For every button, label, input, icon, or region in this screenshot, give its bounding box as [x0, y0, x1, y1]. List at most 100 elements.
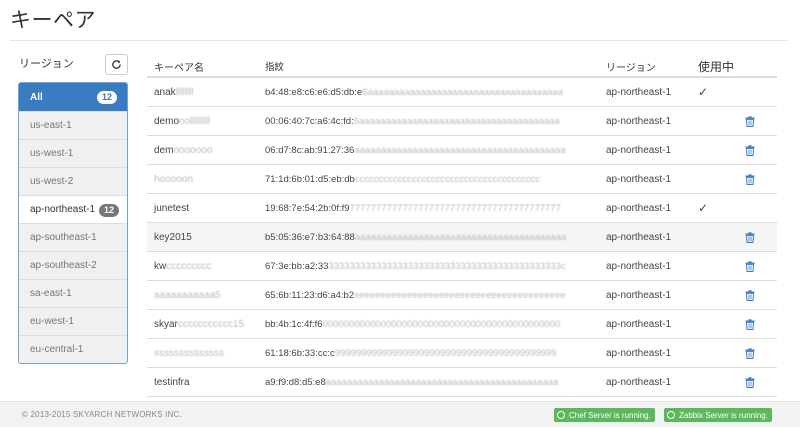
region-cell: ap-northeast-1 — [606, 289, 672, 301]
in-use-checkmark: ✓ — [698, 201, 709, 215]
fingerprint-text: 71:1d:6b:01:d5:eb:db — [265, 173, 355, 185]
region-item-all[interactable]: All 12 — [19, 83, 127, 111]
fingerprint-redacted: 3333333333333333333333333333333333333333… — [328, 260, 566, 272]
fingerprint-redacted: 5aaaaaaaaaaaaaaaaaaaaaaaaaaaaaaaaaaaaa — [362, 86, 563, 98]
table-body: anakllllllll b4:48:e8:c6:e6:d5:db:e5aaaaa… — [147, 78, 777, 397]
power-icon — [667, 411, 675, 419]
table-row[interactable]: junetest 19:68:7e:54:2b:0f:f9777777777777… — [147, 194, 777, 223]
keypair-name: hooooon — [147, 174, 258, 185]
copyright-text: © 2013-2015 SKYARCH NETWORKS INC. — [22, 410, 182, 419]
region-cell: ap-northeast-1 — [606, 231, 672, 243]
region-item-us-east-1[interactable]: us-east-1 — [19, 111, 127, 139]
fingerprint-redacted: 9999999999999999999999999999999999999999… — [334, 347, 557, 359]
fingerprint-redacted: 6aaaaaaaaaaaaaaaaaaaaaaaaaaaaaaaaaaaaaa — [353, 115, 560, 127]
fingerprint-text: 65:6b:11:23:d6:a4:b2 — [265, 289, 355, 301]
chef-status-badge: Chef Server is running. — [554, 408, 655, 422]
fingerprint-redacted: aaaaaaaaaaaaaaaaaaaaaaaaaaaaaaaaaaaaaaaa — [354, 231, 567, 243]
keypair-name-text: skyar — [154, 318, 178, 330]
trash-icon[interactable] — [745, 347, 755, 359]
trash-icon[interactable] — [745, 260, 755, 272]
trash-icon[interactable] — [745, 376, 755, 388]
column-header-fingerprint: 指紋 — [265, 62, 285, 73]
keypair-name-text: demo — [154, 115, 180, 127]
region-item-eu-central-1[interactable]: eu-central-1 — [19, 335, 127, 363]
fingerprint: 65:6b:11:23:d6:a4:b2eeeeeeeeeeeeeeeeeeee… — [258, 290, 599, 301]
table-row[interactable]: aaaaaaaaaaa5 65:6b:11:23:d6:a4:b2eeeeeeee… — [147, 281, 777, 310]
keypair-name-redacted: ccccccccccc15 — [177, 318, 245, 330]
table-row[interactable]: skyarccccccccccc15 bb:4b:1c:4f:f600000000… — [147, 310, 777, 339]
fingerprint: 71:1d:6b:01:d5:eb:dbcccccccccccccccccccc… — [258, 174, 599, 185]
refresh-button[interactable] — [105, 54, 128, 75]
region-cell: ap-northeast-1 — [606, 144, 672, 156]
fingerprint-text: bb:4b:1c:4f:f6 — [265, 318, 323, 330]
keypair-name-redacted: hooooon — [154, 173, 193, 185]
region-item-label: sa-east-1 — [30, 288, 72, 299]
region-list: All 12 us-east-1 us-west-1 us-west-2 ap-… — [18, 82, 128, 364]
fingerprint: b4:48:e8:c6:e6:d5:db:e5aaaaaaaaaaaaaaaaa… — [258, 87, 599, 98]
keypair-name: demooooooo — [147, 145, 258, 156]
count-badge: 12 — [98, 204, 119, 217]
keypair-name-text: testinfra — [154, 376, 190, 388]
zabbix-status-text: Zabbix Server is running. — [679, 410, 768, 420]
keypair-name: junetest — [147, 203, 258, 214]
trash-icon[interactable] — [745, 144, 755, 156]
table-row[interactable]: demooooooo 06:d7:8c:ab:91:27:36aaaaaaaaaa… — [147, 136, 777, 165]
in-use-checkmark: ✓ — [698, 85, 709, 99]
fingerprint-redacted: aaaaaaaaaaaaaaaaaaaaaaaaaaaaaaaaaaaaaaaa… — [325, 376, 559, 388]
table-row[interactable]: key2015 b5:05:36:e7:b3:64:88aaaaaaaaaaaaa… — [147, 223, 777, 252]
table-row[interactable]: hooooon 71:1d:6b:01:d5:eb:dbccccccccccccc… — [147, 165, 777, 194]
fingerprint-text: 67:3e:bb:a2:33 — [265, 260, 329, 272]
region-item-ap-northeast-1[interactable]: ap-northeast-1 12 — [19, 195, 127, 223]
table-row[interactable]: testinfra a9:f9:d8:d5:e8aaaaaaaaaaaaaaaaa… — [147, 368, 777, 397]
keypair-name-redacted: ssssssssssssss — [154, 347, 224, 359]
trash-icon[interactable] — [745, 289, 755, 301]
region-item-ap-southeast-1[interactable]: ap-southeast-1 — [19, 223, 127, 251]
keypair-name: testinfra — [147, 377, 258, 388]
keypair-name-text: dem — [154, 144, 174, 156]
trash-icon[interactable] — [745, 115, 755, 127]
keypair-name-text: key2015 — [154, 231, 192, 243]
fingerprint-redacted: ccccccccccccccccccccccccccccccccccccccc — [354, 173, 541, 185]
region-cell: ap-northeast-1 — [606, 86, 672, 98]
region-item-label: us-west-1 — [30, 148, 74, 159]
keypair-name-text: kw — [154, 260, 167, 272]
region-cell: ap-northeast-1 — [606, 318, 672, 330]
fingerprint: 19:68:7e:54:2b:0f:f977777777777777777777… — [258, 203, 599, 214]
table-row[interactable]: demooolllllllll 00:06:40:7c:a6:4c:fd:6aaa… — [147, 107, 777, 136]
trash-icon[interactable] — [745, 231, 755, 243]
fingerprint: 00:06:40:7c:a6:4c:fd:6aaaaaaaaaaaaaaaaaa… — [258, 116, 599, 127]
fingerprint-text: b5:05:36:e7:b3:64:88 — [265, 231, 355, 243]
fingerprint-text: 19:68:7e:54:2b:0f:f9 — [265, 202, 350, 214]
region-cell: ap-northeast-1 — [606, 115, 672, 127]
region-item-label: us-east-1 — [30, 120, 72, 131]
region-cell: ap-northeast-1 — [606, 260, 672, 272]
title-divider — [10, 40, 788, 41]
keypair-name: skyarccccccccccc15 — [147, 319, 258, 330]
column-header-in-use: 使用中 — [698, 59, 735, 74]
column-header-region: リージョン — [606, 62, 656, 74]
trash-icon[interactable] — [745, 318, 755, 330]
region-item-us-west-2[interactable]: us-west-2 — [19, 167, 127, 195]
trash-icon[interactable] — [745, 173, 755, 185]
table-row[interactable]: ssssssssssssss 61:18:6b:33:cc:c9999999999… — [147, 339, 777, 368]
table-row[interactable]: anakllllllll b4:48:e8:c6:e6:d5:db:e5aaaaa… — [147, 78, 777, 107]
fingerprint: 06:d7:8c:ab:91:27:36aaaaaaaaaaaaaaaaaaaa… — [258, 145, 599, 156]
keypair-name: demooolllllllll — [147, 116, 258, 127]
region-item-us-west-1[interactable]: us-west-1 — [19, 139, 127, 167]
power-icon — [557, 411, 565, 419]
keypair-name: aaaaaaaaaaa5 — [147, 290, 258, 301]
region-item-ap-southeast-2[interactable]: ap-southeast-2 — [19, 251, 127, 279]
fingerprint-text: 61:18:6b:33:cc:c — [265, 347, 335, 359]
region-item-label: ap-northeast-1 — [30, 204, 96, 215]
fingerprint-redacted: eeeeeeeeeeeeeeeeeeeeeeeeeeeeeeeeeeeeeeee — [354, 289, 566, 301]
region-filter-label: リージョン — [19, 58, 74, 70]
keypair-name: anakllllllll — [147, 87, 258, 98]
region-item-sa-east-1[interactable]: sa-east-1 — [19, 279, 127, 307]
region-cell: ap-northeast-1 — [606, 202, 672, 214]
column-header-name: キーペア名 — [154, 62, 204, 74]
table-row[interactable]: kwccccccccc 67:3e:bb:a2:33333333333333333… — [147, 252, 777, 281]
region-item-eu-west-1[interactable]: eu-west-1 — [19, 307, 127, 335]
region-cell: ap-northeast-1 — [606, 347, 672, 359]
region-item-label: us-west-2 — [30, 176, 74, 187]
keypair-name-redacted: ooooooo — [173, 144, 213, 156]
